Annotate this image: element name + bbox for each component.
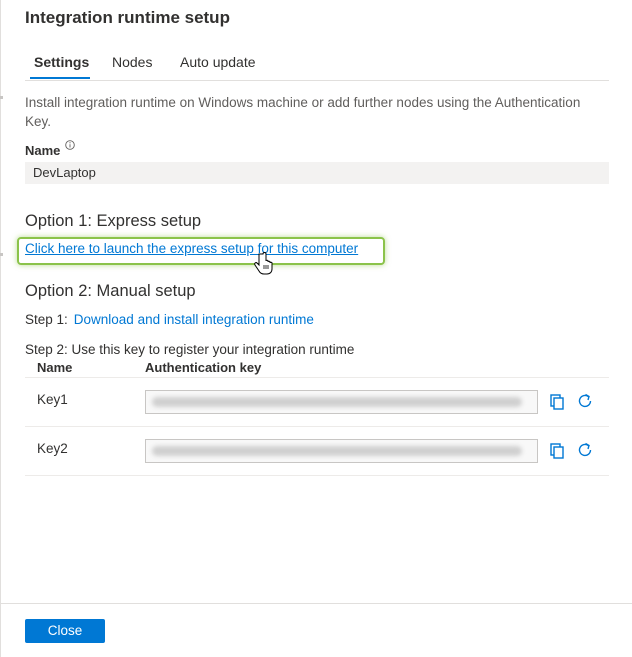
- setup-description: Install integration runtime on Windows m…: [25, 95, 581, 129]
- refresh-icon[interactable]: [576, 392, 594, 410]
- active-tab-indicator: [30, 77, 90, 79]
- column-header-auth-key: Authentication key: [145, 360, 262, 375]
- edge-marker: [0, 253, 3, 256]
- step1-label: Step 1:: [25, 312, 68, 327]
- step1-row: Step 1: Download and install integration …: [25, 312, 314, 327]
- hand-pointer-icon: [254, 252, 273, 275]
- refresh-icon[interactable]: [576, 441, 594, 459]
- close-button[interactable]: Close: [25, 619, 105, 643]
- row-divider: [25, 426, 609, 427]
- footer-divider: [0, 603, 632, 604]
- option2-heading: Option 2: Manual setup: [25, 282, 196, 300]
- key1-name: Key1: [37, 392, 68, 407]
- copy-icon[interactable]: [548, 393, 566, 411]
- step2-label: Step 2: Use this key to register your in…: [25, 342, 355, 357]
- key2-name: Key2: [37, 441, 68, 456]
- row-divider: [25, 377, 609, 378]
- tab-settings[interactable]: Settings: [34, 54, 89, 70]
- express-setup-link[interactable]: Click here to launch the express setup f…: [25, 241, 358, 256]
- dialog-title: Integration runtime setup: [25, 8, 230, 27]
- name-label: Name: [25, 143, 61, 158]
- row-divider: [25, 475, 609, 476]
- download-runtime-link[interactable]: Download and install integration runtime: [74, 312, 314, 327]
- copy-icon[interactable]: [548, 442, 566, 460]
- name-field: DevLaptop: [25, 162, 609, 184]
- tab-bar: Settings Nodes Auto update: [25, 54, 609, 81]
- integration-runtime-setup-panel: Integration runtime setup Settings Nodes…: [0, 0, 632, 657]
- info-icon[interactable]: [65, 140, 75, 150]
- key1-value-field: [145, 390, 538, 414]
- obscured-key-text: [152, 397, 522, 407]
- tab-nodes[interactable]: Nodes: [112, 54, 152, 70]
- option1-heading: Option 1: Express setup: [25, 212, 202, 230]
- key2-value-field: [145, 439, 538, 463]
- tab-auto-update[interactable]: Auto update: [180, 54, 256, 70]
- edge-marker: [0, 96, 3, 99]
- column-header-name: Name: [37, 360, 73, 375]
- obscured-key-text: [152, 446, 522, 456]
